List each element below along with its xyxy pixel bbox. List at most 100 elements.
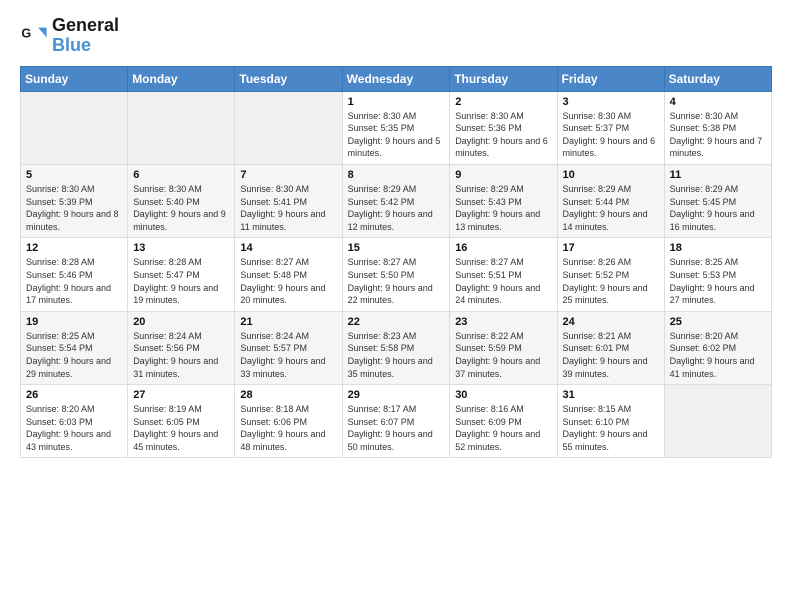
- day-detail: Sunrise: 8:29 AM Sunset: 5:42 PM Dayligh…: [348, 183, 445, 233]
- day-detail: Sunrise: 8:30 AM Sunset: 5:40 PM Dayligh…: [133, 183, 229, 233]
- calendar-day: 23 Sunrise: 8:22 AM Sunset: 5:59 PM Dayli…: [450, 311, 557, 384]
- calendar-week-4: 19 Sunrise: 8:25 AM Sunset: 5:54 PM Dayli…: [21, 311, 772, 384]
- calendar-day: 6Sunrise: 8:30 AM Sunset: 5:40 PM Daylig…: [128, 164, 235, 237]
- calendar-day: 15 Sunrise: 8:27 AM Sunset: 5:50 PM Dayli…: [342, 238, 450, 311]
- calendar-day: 17 Sunrise: 8:26 AM Sunset: 5:52 PM Dayli…: [557, 238, 664, 311]
- weekday-header-saturday: Saturday: [664, 66, 771, 91]
- day-detail: Sunrise: 8:17 AM Sunset: 6:07 PM Dayligh…: [348, 403, 445, 453]
- day-detail: Sunrise: 8:27 AM Sunset: 5:51 PM Dayligh…: [455, 256, 551, 306]
- calendar-day: 4 Sunrise: 8:30 AM Sunset: 5:38 PM Daylig…: [664, 91, 771, 164]
- logo: G General Blue: [20, 16, 119, 56]
- weekday-header-wednesday: Wednesday: [342, 66, 450, 91]
- calendar-day: 13 Sunrise: 8:28 AM Sunset: 5:47 PM Dayli…: [128, 238, 235, 311]
- day-number: 24: [563, 316, 659, 328]
- day-number: 14: [240, 242, 336, 254]
- day-number: 1: [348, 96, 445, 108]
- logo-text: General Blue: [52, 16, 119, 56]
- calendar-day: 20 Sunrise: 8:24 AM Sunset: 5:56 PM Dayli…: [128, 311, 235, 384]
- day-number: 16: [455, 242, 551, 254]
- day-detail: Sunrise: 8:24 AM Sunset: 5:57 PM Dayligh…: [240, 330, 336, 380]
- day-number: 22: [348, 316, 445, 328]
- calendar-day: [128, 91, 235, 164]
- day-number: 5: [26, 169, 122, 181]
- calendar-day: 22Sunrise: 8:23 AM Sunset: 5:58 PM Dayli…: [342, 311, 450, 384]
- calendar-day: 19 Sunrise: 8:25 AM Sunset: 5:54 PM Dayli…: [21, 311, 128, 384]
- page-header: G General Blue: [20, 16, 772, 56]
- day-detail: Sunrise: 8:30 AM Sunset: 5:39 PM Dayligh…: [26, 183, 122, 233]
- calendar-day: 14 Sunrise: 8:27 AM Sunset: 5:48 PM Dayli…: [235, 238, 342, 311]
- day-detail: Sunrise: 8:30 AM Sunset: 5:41 PM Dayligh…: [240, 183, 336, 233]
- calendar-day: [235, 91, 342, 164]
- day-detail: Sunrise: 8:30 AM Sunset: 5:38 PM Dayligh…: [670, 110, 766, 160]
- day-number: 27: [133, 389, 229, 401]
- day-number: 30: [455, 389, 551, 401]
- day-detail: Sunrise: 8:21 AM Sunset: 6:01 PM Dayligh…: [563, 330, 659, 380]
- svg-text:G: G: [21, 26, 31, 40]
- logo-icon: G: [20, 22, 48, 50]
- day-detail: Sunrise: 8:18 AM Sunset: 6:06 PM Dayligh…: [240, 403, 336, 453]
- day-number: 8: [348, 169, 445, 181]
- day-number: 9: [455, 169, 551, 181]
- calendar-day: 1 Sunrise: 8:30 AM Sunset: 5:35 PM Daylig…: [342, 91, 450, 164]
- calendar-week-3: 12 Sunrise: 8:28 AM Sunset: 5:46 PM Dayli…: [21, 238, 772, 311]
- day-detail: Sunrise: 8:29 AM Sunset: 5:45 PM Dayligh…: [670, 183, 766, 233]
- weekday-header-sunday: Sunday: [21, 66, 128, 91]
- day-detail: Sunrise: 8:15 AM Sunset: 6:10 PM Dayligh…: [563, 403, 659, 453]
- day-number: 2: [455, 96, 551, 108]
- day-number: 26: [26, 389, 122, 401]
- calendar-day: 2 Sunrise: 8:30 AM Sunset: 5:36 PM Daylig…: [450, 91, 557, 164]
- calendar-day: 27 Sunrise: 8:19 AM Sunset: 6:05 PM Dayli…: [128, 385, 235, 458]
- day-detail: Sunrise: 8:20 AM Sunset: 6:03 PM Dayligh…: [26, 403, 122, 453]
- calendar-day: 30Sunrise: 8:16 AM Sunset: 6:09 PM Dayli…: [450, 385, 557, 458]
- calendar-day: 7 Sunrise: 8:30 AM Sunset: 5:41 PM Daylig…: [235, 164, 342, 237]
- day-number: 29: [348, 389, 445, 401]
- calendar-day: 8 Sunrise: 8:29 AM Sunset: 5:42 PM Daylig…: [342, 164, 450, 237]
- day-detail: Sunrise: 8:20 AM Sunset: 6:02 PM Dayligh…: [670, 330, 766, 380]
- day-number: 23: [455, 316, 551, 328]
- weekday-header-thursday: Thursday: [450, 66, 557, 91]
- calendar-week-5: 26 Sunrise: 8:20 AM Sunset: 6:03 PM Dayli…: [21, 385, 772, 458]
- calendar-day: [664, 385, 771, 458]
- calendar-day: 3Sunrise: 8:30 AM Sunset: 5:37 PM Daylig…: [557, 91, 664, 164]
- day-number: 17: [563, 242, 659, 254]
- day-number: 12: [26, 242, 122, 254]
- day-number: 25: [670, 316, 766, 328]
- calendar-day: 31 Sunrise: 8:15 AM Sunset: 6:10 PM Dayli…: [557, 385, 664, 458]
- calendar-day: 21 Sunrise: 8:24 AM Sunset: 5:57 PM Dayli…: [235, 311, 342, 384]
- calendar-week-1: 1 Sunrise: 8:30 AM Sunset: 5:35 PM Daylig…: [21, 91, 772, 164]
- day-detail: Sunrise: 8:25 AM Sunset: 5:54 PM Dayligh…: [26, 330, 122, 380]
- day-number: 10: [563, 169, 659, 181]
- day-detail: Sunrise: 8:19 AM Sunset: 6:05 PM Dayligh…: [133, 403, 229, 453]
- weekday-header-row: SundayMondayTuesdayWednesdayThursdayFrid…: [21, 66, 772, 91]
- calendar-day: 25 Sunrise: 8:20 AM Sunset: 6:02 PM Dayli…: [664, 311, 771, 384]
- calendar-day: 29 Sunrise: 8:17 AM Sunset: 6:07 PM Dayli…: [342, 385, 450, 458]
- day-number: 28: [240, 389, 336, 401]
- day-number: 11: [670, 169, 766, 181]
- day-number: 20: [133, 316, 229, 328]
- calendar-day: 28 Sunrise: 8:18 AM Sunset: 6:06 PM Dayli…: [235, 385, 342, 458]
- calendar-day: 10 Sunrise: 8:29 AM Sunset: 5:44 PM Dayli…: [557, 164, 664, 237]
- day-detail: Sunrise: 8:27 AM Sunset: 5:48 PM Dayligh…: [240, 256, 336, 306]
- day-detail: Sunrise: 8:28 AM Sunset: 5:46 PM Dayligh…: [26, 256, 122, 306]
- day-number: 13: [133, 242, 229, 254]
- calendar-week-2: 5 Sunrise: 8:30 AM Sunset: 5:39 PM Daylig…: [21, 164, 772, 237]
- day-detail: Sunrise: 8:24 AM Sunset: 5:56 PM Dayligh…: [133, 330, 229, 380]
- day-detail: Sunrise: 8:29 AM Sunset: 5:44 PM Dayligh…: [563, 183, 659, 233]
- day-number: 15: [348, 242, 445, 254]
- calendar-table: SundayMondayTuesdayWednesdayThursdayFrid…: [20, 66, 772, 459]
- day-detail: Sunrise: 8:26 AM Sunset: 5:52 PM Dayligh…: [563, 256, 659, 306]
- day-detail: Sunrise: 8:29 AM Sunset: 5:43 PM Dayligh…: [455, 183, 551, 233]
- day-number: 19: [26, 316, 122, 328]
- calendar-day: 5 Sunrise: 8:30 AM Sunset: 5:39 PM Daylig…: [21, 164, 128, 237]
- day-number: 3: [563, 96, 659, 108]
- day-detail: Sunrise: 8:30 AM Sunset: 5:36 PM Dayligh…: [455, 110, 551, 160]
- day-detail: Sunrise: 8:28 AM Sunset: 5:47 PM Dayligh…: [133, 256, 229, 306]
- day-detail: Sunrise: 8:30 AM Sunset: 5:35 PM Dayligh…: [348, 110, 445, 160]
- day-detail: Sunrise: 8:27 AM Sunset: 5:50 PM Dayligh…: [348, 256, 445, 306]
- day-number: 7: [240, 169, 336, 181]
- day-number: 31: [563, 389, 659, 401]
- day-number: 4: [670, 96, 766, 108]
- day-number: 21: [240, 316, 336, 328]
- day-detail: Sunrise: 8:22 AM Sunset: 5:59 PM Dayligh…: [455, 330, 551, 380]
- calendar-day: 9 Sunrise: 8:29 AM Sunset: 5:43 PM Daylig…: [450, 164, 557, 237]
